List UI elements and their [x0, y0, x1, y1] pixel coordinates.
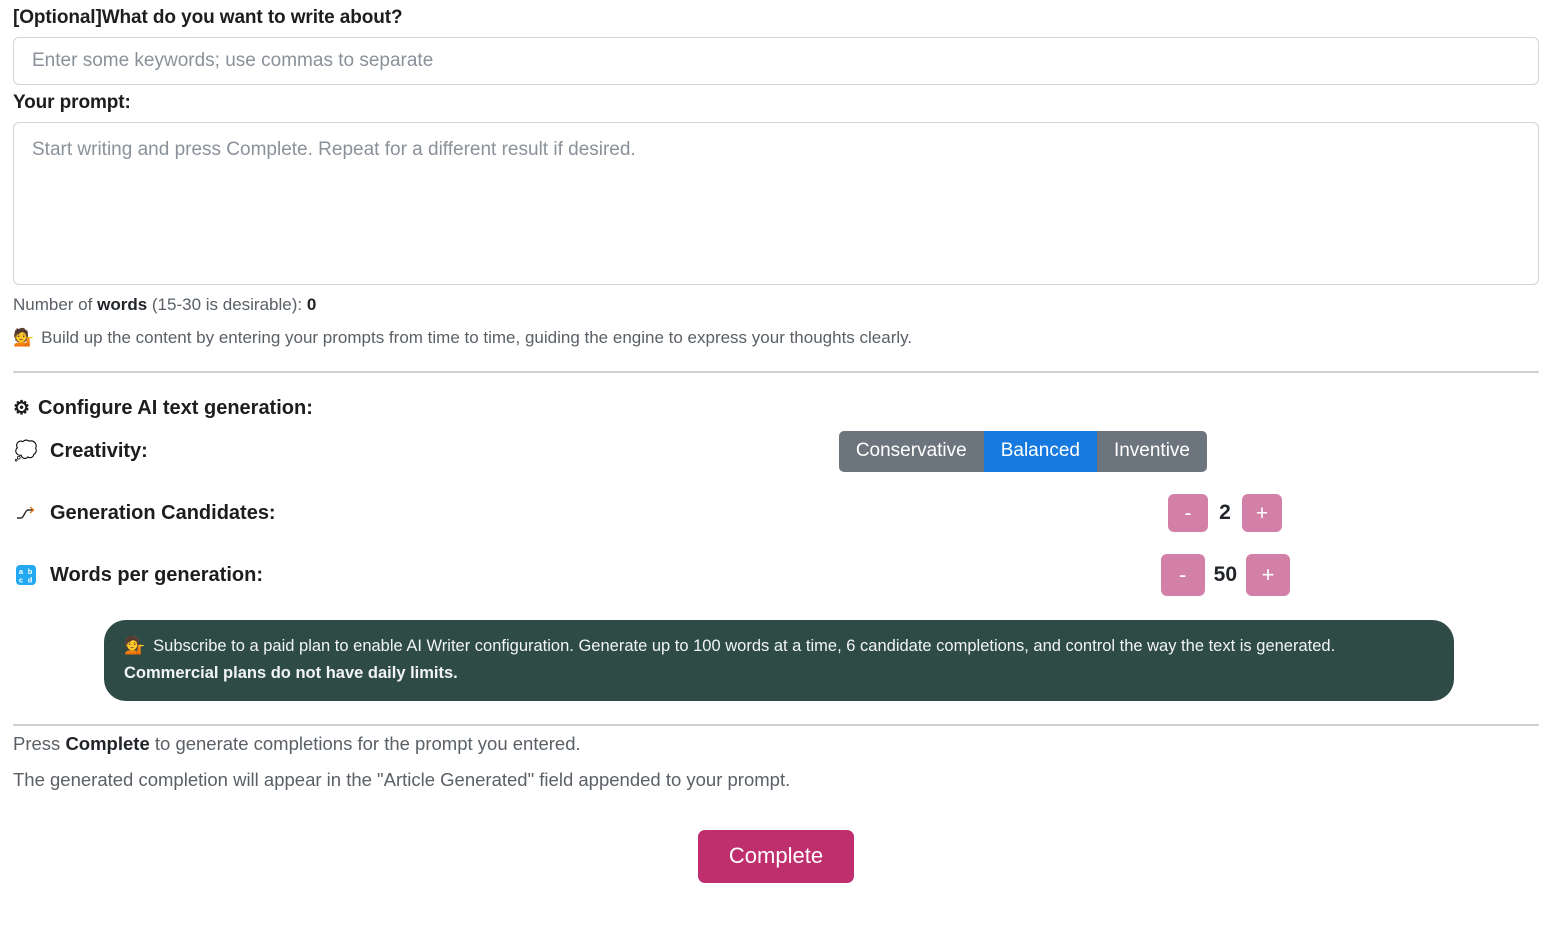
words-label-group: a b c d Words per generation: — [13, 564, 263, 587]
footer-line-1: Press Complete to generate completions f… — [13, 726, 1539, 762]
candidates-value: 2 — [1219, 501, 1231, 525]
words-increment-button[interactable]: + — [1246, 554, 1290, 597]
person-tipping-hand-icon: 💁 — [13, 327, 35, 347]
ai-writer-panel: [Optional]What do you want to write abou… — [0, 0, 1552, 952]
build-hint-text: Build up the content by entering your pr… — [41, 327, 913, 347]
creativity-label: Creativity: — [50, 439, 148, 462]
word-count-prefix: Number of — [13, 294, 98, 314]
input-latin-lowercase-icon: a b c d — [13, 564, 39, 586]
candidates-control: - 2 + — [1168, 494, 1539, 533]
footer-line-2: The generated completion will appear in … — [13, 768, 791, 790]
creativity-control: Conservative Balanced Inventive — [838, 430, 1539, 472]
prompt-textarea[interactable] — [13, 121, 1539, 285]
keywords-label: [Optional]What do you want to write abou… — [13, 7, 403, 28]
config-section-title: ⚙ Configure AI text generation: — [13, 373, 1539, 420]
build-hint-row: 💁 Build up the content by entering your … — [13, 318, 1539, 351]
creativity-row: 💭 Creativity: Conservative Balanced Inve… — [13, 420, 1539, 482]
footer-line-1-bold: Complete — [65, 732, 150, 754]
creativity-option-conservative[interactable]: Conservative — [838, 430, 984, 472]
thought-bubble-icon: 💭 — [14, 440, 38, 462]
words-value: 50 — [1213, 563, 1237, 587]
creativity-option-inventive[interactable]: Inventive — [1096, 430, 1207, 472]
person-tipping-hand-icon: 💁 — [124, 636, 146, 656]
curve-line-icon — [13, 505, 39, 521]
complete-button[interactable]: Complete — [697, 829, 855, 884]
creativity-toggle-group[interactable]: Conservative Balanced Inventive — [838, 430, 1207, 472]
svg-text:c: c — [19, 576, 23, 585]
candidates-label: Generation Candidates: — [50, 501, 276, 524]
words-label: Words per generation: — [50, 563, 263, 586]
notice-line-1: 💁 Subscribe to a paid plan to enable AI … — [124, 633, 1434, 660]
words-per-generation-row: a b c d Words per generation: - 50 + — [13, 544, 1539, 606]
svg-text:d: d — [28, 576, 33, 585]
words-control: - 50 + — [1160, 554, 1539, 597]
notice-line-2: Commercial plans do not have daily limit… — [124, 664, 458, 682]
footer-line-1-suffix: to generate completions for the prompt y… — [149, 732, 581, 754]
candidates-decrement-button[interactable]: - — [1168, 494, 1208, 533]
keywords-input[interactable] — [13, 36, 1539, 85]
candidates-stepper: - 2 + — [1168, 494, 1282, 533]
footer-line-1-prefix: Press — [13, 732, 66, 754]
word-count-row: Number of words (15-30 is desirable): 0 — [13, 285, 1539, 318]
gear-icon: ⚙ — [13, 398, 31, 420]
creativity-option-balanced[interactable]: Balanced — [983, 430, 1097, 472]
words-decrement-button[interactable]: - — [1160, 554, 1205, 597]
subscription-notice: 💁 Subscribe to a paid plan to enable AI … — [104, 620, 1454, 701]
word-count-value: 0 — [306, 294, 317, 314]
generation-candidates-row: Generation Candidates: - 2 + — [13, 482, 1539, 544]
notice-line-1-text: Subscribe to a paid plan to enable AI Wr… — [153, 637, 1336, 656]
config-title-text: Configure AI text generation: — [38, 397, 313, 420]
candidates-label-group: Generation Candidates: — [13, 502, 276, 525]
words-stepper: - 50 + — [1160, 554, 1290, 597]
complete-button-wrap: Complete — [13, 798, 1539, 884]
candidates-increment-button[interactable]: + — [1242, 494, 1282, 533]
creativity-label-group: 💭 Creativity: — [13, 440, 148, 463]
word-count-bold: words — [97, 294, 148, 314]
prompt-label: Your prompt: — [13, 91, 131, 113]
word-count-suffix: (15-30 is desirable): — [147, 294, 307, 314]
